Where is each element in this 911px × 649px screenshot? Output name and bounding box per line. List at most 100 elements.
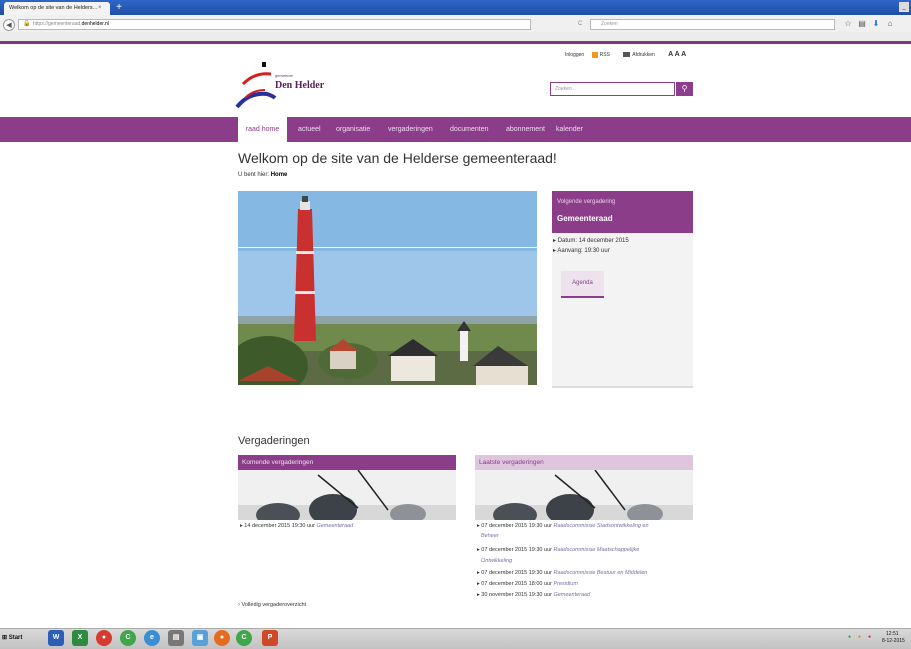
- meeting-link[interactable]: Raadscommissie Bestuur en Middelen: [553, 570, 647, 576]
- login-link[interactable]: Inloggen: [565, 52, 584, 58]
- meeting-datetime: 07 december 2015 18:00 uur: [481, 581, 552, 587]
- lock-icon: 🔒: [23, 21, 31, 27]
- meeting-datetime: 07 december 2015 19:30 uur: [481, 547, 552, 553]
- meeting-link[interactable]: Raadscommissie Maatschappelijke: [553, 547, 639, 553]
- latest-meeting-item[interactable]: ▸ 30 november 2015 19:30 uur Gemeenteraa…: [477, 590, 590, 601]
- utility-links: Inloggen RSS Afdrukken A A A: [565, 51, 692, 58]
- green-app-icon[interactable]: C: [120, 630, 136, 646]
- browser-title-bar: [0, 0, 911, 15]
- meeting-datetime: 07 december 2015 19:30 uur: [481, 570, 552, 576]
- agenda-button[interactable]: Agenda: [561, 271, 604, 298]
- firefox-icon[interactable]: ●: [214, 630, 230, 646]
- meeting-datetime: 14 december 2015 19:30 uur: [244, 523, 315, 529]
- windows-taskbar: [0, 628, 911, 649]
- logo-name: Den Helder: [275, 80, 325, 91]
- chevron-right-icon: ›: [238, 602, 240, 608]
- browser-tab[interactable]: Welkom op de site van de Helders...: [4, 2, 110, 15]
- next-meeting-header: [552, 191, 693, 233]
- browser-search-placeholder: Zoeken: [601, 21, 618, 27]
- meeting-datetime: 30 november 2015 19:30 uur: [481, 592, 552, 598]
- logo-subtitle: gemeente: [275, 73, 293, 78]
- clock-time[interactable]: 12:51: [886, 631, 899, 638]
- tab-title: Welkom op de site van de Helders...: [9, 5, 98, 11]
- powerpoint-icon[interactable]: P: [262, 630, 278, 646]
- agenda-label: Agenda: [572, 280, 593, 286]
- latest-meeting-item[interactable]: ▸ 07 december 2015 19:30 uur Raadscommis…: [477, 568, 647, 579]
- tab-close-icon[interactable]: ×: [98, 2, 102, 15]
- latest-meeting-item[interactable]: ▸ 07 december 2015 19:30 uur Raadscommis…: [477, 521, 649, 532]
- meeting-link[interactable]: Gemeenteraad: [553, 592, 590, 598]
- excel-icon[interactable]: X: [72, 630, 88, 646]
- meeting-room-image: [475, 470, 693, 520]
- text-size-control[interactable]: A A A: [668, 51, 686, 58]
- full-overview-label: Volledig vergaderoverzicht: [241, 602, 307, 608]
- tray-red-icon[interactable]: ●: [868, 634, 871, 641]
- search-icon[interactable]: ⚲: [676, 82, 693, 96]
- bookmark-bar: [0, 32, 911, 41]
- meeting-room-image: [238, 470, 456, 520]
- download-icon[interactable]: ⬇: [871, 19, 881, 29]
- nav-item-abonnement[interactable]: abonnement: [506, 117, 545, 142]
- nav-item-organisatie[interactable]: organisatie: [336, 117, 370, 142]
- latest-meeting-item-cont: Beheer: [481, 531, 499, 542]
- meetings-section-title: Vergaderingen: [238, 435, 310, 447]
- meeting-link[interactable]: Gemeenteraad: [316, 523, 353, 529]
- nav-item-actueel[interactable]: actueel: [298, 117, 321, 142]
- start-button[interactable]: ⊞ Start: [2, 631, 32, 645]
- tray-orange-icon[interactable]: ●: [858, 634, 861, 641]
- nav-item-vergaderingen[interactable]: vergaderingen: [388, 117, 433, 142]
- latest-meeting-item-cont: Ontwikkeling: [481, 556, 512, 567]
- upcoming-meetings-label: Komende vergaderingen: [242, 459, 314, 466]
- clock-date[interactable]: 8-12-2015: [882, 638, 905, 645]
- next-meeting-title[interactable]: Gemeenteraad: [557, 214, 613, 223]
- address-bar[interactable]: https://gemeenteraad.denhelder.nl: [18, 19, 531, 30]
- rss-label: RSS: [599, 52, 610, 58]
- upcoming-meeting-item[interactable]: ▸ 14 december 2015 19:30 uur Gemeenteraa…: [240, 521, 353, 532]
- nav-item-raad-home[interactable]: raad home: [238, 117, 287, 142]
- latest-meeting-item[interactable]: ▸ 07 december 2015 19:30 uur Raadscommis…: [477, 545, 639, 556]
- lighthouse-photo: [238, 191, 537, 385]
- rss-link[interactable]: RSS: [591, 51, 616, 58]
- tray-green-icon[interactable]: ●: [848, 634, 851, 641]
- new-tab-button[interactable]: +: [113, 2, 125, 13]
- next-meeting-date: ▸ Datum: 14 december 2015: [553, 238, 629, 244]
- home-icon[interactable]: ⌂: [885, 19, 895, 29]
- full-overview-link[interactable]: › Volledig vergaderoverzicht: [238, 602, 306, 608]
- nav-item-kalender[interactable]: kalender: [556, 117, 583, 142]
- next-meeting-time: ▸ Aanvang: 19:30 uur: [553, 248, 610, 254]
- window-minimize-button[interactable]: _: [899, 2, 909, 12]
- print-label: Afdrukken: [632, 52, 655, 58]
- meeting-link-cont[interactable]: Beheer: [481, 533, 499, 539]
- browser-search-input[interactable]: Zoeken: [590, 19, 835, 30]
- star-icon[interactable]: ☆: [843, 19, 853, 29]
- next-meeting-label: Volgende vergadering: [557, 199, 616, 205]
- internet-explorer-icon[interactable]: e: [144, 630, 160, 646]
- breadcrumb-current[interactable]: Home: [271, 172, 288, 178]
- meeting-link[interactable]: Presidium: [553, 581, 577, 587]
- print-link[interactable]: Afdrukken: [623, 52, 661, 58]
- back-button[interactable]: ◀: [3, 19, 15, 31]
- site-search-input[interactable]: Zoeken...: [550, 82, 675, 96]
- page-title: Welkom op de site van de Helderse gemeen…: [238, 150, 557, 166]
- word-icon[interactable]: W: [48, 630, 64, 646]
- url-host: denhelder.nl: [81, 21, 109, 27]
- url-prefix: https://gemeenteraad.: [33, 21, 82, 27]
- latest-meeting-item[interactable]: ▸ 07 december 2015 18:00 uur Presidium: [477, 579, 578, 590]
- printer-app-icon[interactable]: ▤: [168, 630, 184, 646]
- clipboard-icon[interactable]: ▤: [857, 19, 867, 29]
- page-top-stripe: [0, 41, 911, 44]
- rss-icon: [591, 51, 598, 58]
- meeting-datetime: 07 december 2015 19:30 uur: [481, 523, 552, 529]
- meeting-link[interactable]: Raadscommissie Stadsontwikkeling en: [553, 523, 648, 529]
- printer-icon: [623, 52, 631, 58]
- reload-icon[interactable]: C: [578, 20, 582, 29]
- breadcrumb-prefix: U bent hier:: [238, 172, 270, 178]
- chrome-icon[interactable]: ●: [96, 630, 112, 646]
- green-app-2-icon[interactable]: C: [236, 630, 252, 646]
- meeting-link-cont[interactable]: Ontwikkeling: [481, 558, 512, 564]
- nav-item-documenten[interactable]: documenten: [450, 117, 489, 142]
- photos-icon[interactable]: ▣: [192, 630, 208, 646]
- breadcrumb: U bent hier: Home: [238, 172, 287, 178]
- next-meeting-time-text: Aanvang: 19:30 uur: [557, 248, 610, 254]
- next-meeting-date-text: Datum: 14 december 2015: [557, 238, 629, 244]
